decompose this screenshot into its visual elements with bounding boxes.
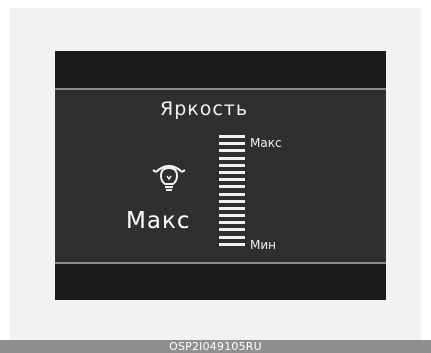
scale-max-label: Макс bbox=[250, 136, 282, 150]
brightness-title: Яркость bbox=[160, 98, 249, 120]
scale-step bbox=[219, 236, 245, 239]
scale-step bbox=[219, 193, 245, 196]
display-bottom-band bbox=[55, 262, 386, 300]
scale-step bbox=[219, 243, 245, 246]
scale-step bbox=[219, 164, 245, 167]
figure-caption: OSP2I049105RU bbox=[169, 340, 262, 353]
scale-step bbox=[219, 221, 245, 224]
scale-step bbox=[219, 142, 245, 145]
scale-step bbox=[219, 207, 245, 210]
display-top-band bbox=[55, 51, 386, 90]
scale-step bbox=[219, 185, 245, 188]
brightness-icon bbox=[150, 155, 188, 193]
brightness-scale bbox=[219, 135, 247, 250]
scale-step bbox=[219, 178, 245, 181]
scale-step bbox=[219, 171, 245, 174]
scale-step bbox=[219, 228, 245, 231]
scale-step bbox=[219, 135, 245, 138]
scale-step bbox=[219, 214, 245, 217]
scale-min-label: Мин bbox=[250, 238, 276, 252]
scale-step bbox=[219, 149, 245, 152]
current-brightness-value: Макс bbox=[126, 208, 191, 234]
scale-step bbox=[219, 157, 245, 160]
scale-step bbox=[219, 200, 245, 203]
